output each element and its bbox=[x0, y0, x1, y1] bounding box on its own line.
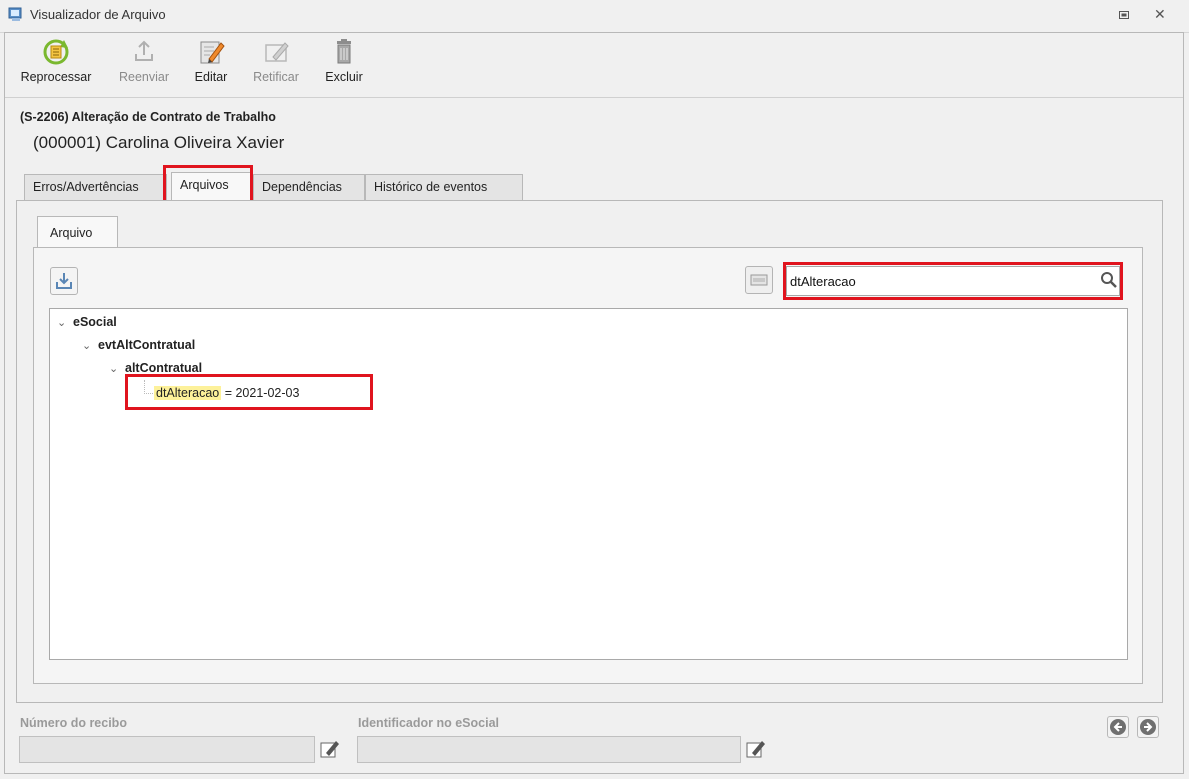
edit-icon bbox=[200, 41, 225, 64]
download-icon bbox=[56, 273, 72, 289]
resend-label: Reenviar bbox=[118, 70, 170, 84]
edit-esocial-id-button[interactable] bbox=[742, 736, 768, 763]
resend-button[interactable]: Reenviar bbox=[112, 38, 176, 90]
receipt-label: Número do recibo bbox=[20, 716, 127, 730]
edit-label: Editar bbox=[194, 70, 228, 84]
search-highlight-box bbox=[783, 262, 1123, 300]
xml-icon bbox=[750, 274, 768, 286]
arrow-left-icon bbox=[1110, 719, 1126, 735]
chevron-down-icon[interactable]: ⌄ bbox=[109, 362, 125, 375]
app-icon bbox=[8, 6, 24, 22]
chevron-down-icon[interactable]: ⌄ bbox=[82, 339, 98, 352]
tree-node-label: evtAltContratual bbox=[98, 338, 196, 352]
tab-errors[interactable]: Erros/Advertências bbox=[24, 174, 167, 200]
event-title: (S-2206) Alteração de Contrato de Trabal… bbox=[20, 110, 276, 124]
upload-icon bbox=[135, 40, 153, 61]
esocial-id-field[interactable] bbox=[357, 736, 741, 763]
download-button[interactable] bbox=[50, 267, 78, 295]
tab-dependencies[interactable]: Dependências bbox=[253, 174, 365, 200]
employee-name: (000001) Carolina Oliveira Xavier bbox=[33, 133, 285, 152]
title-bar bbox=[0, 0, 1189, 33]
delete-label: Excluir bbox=[325, 70, 363, 84]
window-title: Visualizador de Arquivo bbox=[30, 7, 166, 22]
tree-node-esocial[interactable]: ⌄ eSocial bbox=[57, 315, 117, 329]
tree-node-evtaltcontratual[interactable]: ⌄ evtAltContratual bbox=[82, 338, 195, 352]
tree-node-label: altContratual bbox=[125, 361, 203, 375]
edit-icon bbox=[746, 741, 765, 758]
leaf-highlight-box bbox=[125, 374, 373, 410]
xml-view-button[interactable] bbox=[745, 266, 773, 294]
xml-tree bbox=[49, 308, 1128, 660]
tab-event-history[interactable]: Histórico de eventos bbox=[365, 174, 523, 200]
next-button[interactable] bbox=[1137, 716, 1159, 738]
tree-node-label: eSocial bbox=[73, 315, 117, 329]
rectify-label: Retificar bbox=[253, 70, 299, 84]
rectify-icon bbox=[265, 42, 289, 62]
restore-icon[interactable] bbox=[1116, 7, 1132, 23]
subtab-file[interactable]: Arquivo bbox=[37, 216, 118, 248]
previous-button[interactable] bbox=[1107, 716, 1129, 738]
reprocess-icon bbox=[43, 39, 69, 65]
chevron-down-icon[interactable]: ⌄ bbox=[57, 316, 73, 329]
reprocess-label: Reprocessar bbox=[20, 70, 92, 84]
receipt-field[interactable] bbox=[19, 736, 315, 763]
edit-button[interactable]: Editar bbox=[188, 38, 234, 90]
trash-icon bbox=[337, 39, 351, 64]
delete-button[interactable]: Excluir bbox=[318, 38, 370, 90]
esocial-id-label: Identificador no eSocial bbox=[358, 716, 499, 730]
tree-node-altcontratual[interactable]: ⌄ altContratual bbox=[109, 361, 202, 375]
close-icon[interactable]: ✕ bbox=[1154, 6, 1166, 23]
arrow-right-icon bbox=[1140, 719, 1156, 735]
toolbar-divider bbox=[5, 97, 1183, 98]
edit-receipt-button[interactable] bbox=[316, 736, 342, 763]
reprocess-button[interactable]: Reprocessar bbox=[14, 38, 98, 90]
rectify-button[interactable]: Retificar bbox=[246, 38, 306, 90]
edit-icon bbox=[320, 741, 339, 758]
